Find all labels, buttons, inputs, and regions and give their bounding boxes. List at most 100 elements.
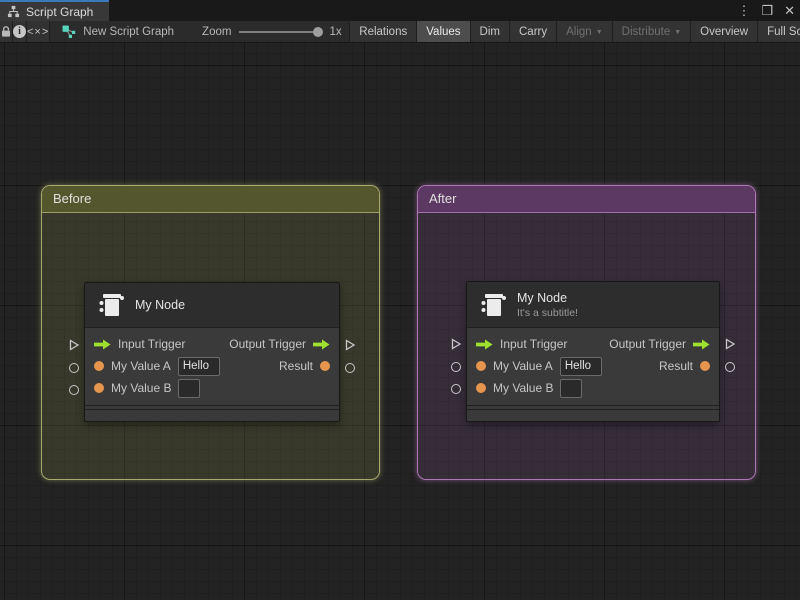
group-after-label: After [429, 191, 457, 206]
port-label-result: Result [278, 359, 313, 373]
node-header[interactable]: My Node [85, 283, 339, 328]
window-controls: ⋮ ❒ ✕ [737, 0, 795, 21]
port-row-trigger: Input Trigger Output Trigger [467, 333, 719, 355]
value-output-port[interactable] [724, 361, 736, 373]
value-port-circle-icon [451, 384, 461, 394]
code-icon: <×> [27, 25, 50, 38]
overview-button[interactable]: Overview [690, 21, 758, 42]
port-label-result: Result [658, 359, 693, 373]
node-my-node-before[interactable]: My Node Input Trigger Output Trigger My … [69, 282, 356, 422]
flow-output-port[interactable] [344, 339, 356, 354]
values-button[interactable]: Values [416, 21, 470, 42]
value-port-circle-icon [345, 363, 355, 373]
node-my-node-after[interactable]: My Node It's a subtitle! Input Trigger O… [451, 281, 736, 422]
node-body: Input Trigger Output Trigger My Value A … [467, 328, 719, 405]
close-icon[interactable]: ✕ [784, 0, 795, 21]
value-b-input[interactable] [178, 378, 201, 398]
flow-in-arrow-icon[interactable] [94, 339, 111, 350]
group-after-header[interactable]: After [418, 186, 755, 213]
port-label-my-value-a: My Value A [493, 359, 553, 373]
code-toggle-button[interactable]: <×> [27, 21, 51, 42]
value-port-circle-icon [69, 385, 79, 395]
port-label-my-value-a: My Value A [111, 359, 171, 373]
relations-label: Relations [359, 25, 408, 38]
value-pin-icon[interactable] [94, 383, 104, 393]
port-label-input-trigger: Input Trigger [118, 337, 186, 351]
value-input-port-b[interactable] [450, 383, 462, 395]
value-input-port-a[interactable] [68, 362, 80, 374]
value-pin-icon[interactable] [94, 361, 104, 371]
flow-input-port[interactable] [450, 338, 462, 353]
tab-label: Script Graph [26, 4, 94, 19]
flow-in-arrow-icon[interactable] [476, 339, 493, 350]
node-title: My Node [517, 290, 568, 305]
value-port-circle-icon [451, 362, 461, 372]
port-label-output-trigger: Output Trigger [609, 337, 686, 351]
full-screen-label: Full Screen [767, 25, 800, 38]
value-pin-icon[interactable] [476, 383, 486, 393]
chevron-down-icon: ▼ [595, 28, 603, 36]
graph-canvas[interactable]: Before After My Node Input Trigger Outpu… [0, 43, 800, 600]
port-row-value-a: My Value A Result [85, 355, 339, 377]
lock-button[interactable] [0, 21, 13, 42]
port-row-value-a: My Value A Result [467, 355, 719, 377]
flow-port-triangle-icon [69, 339, 80, 351]
toolbar-graph-section: New Script Graph Zoom 1x [50, 21, 349, 42]
port-label-my-value-b: My Value B [111, 381, 172, 395]
graph-icon [62, 25, 76, 38]
graph-title: New Script Graph [83, 25, 175, 38]
value-pin-icon[interactable] [320, 361, 330, 371]
full-screen-button[interactable]: Full Screen [757, 21, 800, 42]
lock-icon [2, 26, 10, 37]
distribute-dropdown[interactable]: Distribute ▼ [611, 21, 691, 42]
unit-node-icon [99, 294, 124, 316]
carry-button[interactable]: Carry [509, 21, 557, 42]
unit-node-icon [481, 293, 506, 316]
value-a-input[interactable] [177, 356, 220, 376]
value-input-port-a[interactable] [450, 361, 462, 373]
value-port-circle-icon [69, 363, 79, 373]
node-subtitle: It's a subtitle! [517, 306, 578, 319]
flow-port-triangle-icon [725, 338, 736, 350]
value-a-input[interactable] [559, 356, 602, 376]
tab-script-graph[interactable]: Script Graph [0, 0, 110, 21]
node-title: My Node [135, 298, 186, 312]
flow-input-port[interactable] [68, 339, 80, 354]
node-footer [467, 409, 719, 421]
maximize-icon[interactable]: ❒ [761, 0, 773, 21]
value-pin-icon[interactable] [700, 361, 710, 371]
values-label: Values [426, 25, 461, 38]
value-port-circle-icon [725, 362, 735, 372]
flow-port-triangle-icon [451, 338, 462, 350]
title-bar: Script Graph ⋮ ❒ ✕ [0, 0, 800, 21]
zoom-slider[interactable] [239, 26, 324, 37]
info-button[interactable]: i [13, 21, 27, 42]
overview-label: Overview [700, 25, 749, 38]
group-before-label: Before [53, 191, 92, 206]
window-menu-icon[interactable]: ⋮ [737, 0, 750, 21]
node-body: Input Trigger Output Trigger My Value A … [85, 328, 339, 405]
info-icon: i [13, 25, 26, 38]
flow-out-arrow-icon[interactable] [693, 339, 710, 350]
chevron-down-icon: ▼ [674, 28, 682, 36]
node-header[interactable]: My Node It's a subtitle! [467, 282, 719, 328]
value-pin-icon[interactable] [476, 361, 486, 371]
port-row-value-b: My Value B [467, 377, 719, 399]
value-output-port[interactable] [344, 362, 356, 374]
zoom-label: Zoom [202, 25, 232, 38]
port-label-output-trigger: Output Trigger [229, 337, 306, 351]
group-before-header[interactable]: Before [42, 186, 379, 213]
port-label-my-value-b: My Value B [493, 381, 554, 395]
relations-button[interactable]: Relations [349, 21, 417, 42]
flow-out-arrow-icon[interactable] [313, 339, 330, 350]
flow-output-port[interactable] [724, 338, 736, 353]
dim-button[interactable]: Dim [469, 21, 509, 42]
value-b-input[interactable] [560, 378, 583, 398]
value-input-port-b[interactable] [68, 384, 80, 396]
dim-label: Dim [479, 25, 500, 38]
zoom-slider-knob[interactable] [313, 26, 324, 37]
align-dropdown[interactable]: Align ▼ [556, 21, 612, 42]
zoom-slider-track[interactable] [239, 30, 316, 33]
toolbar-view-buttons: Relations Values Dim Carry Align ▼ Distr… [349, 21, 800, 42]
carry-label: Carry [519, 25, 548, 38]
